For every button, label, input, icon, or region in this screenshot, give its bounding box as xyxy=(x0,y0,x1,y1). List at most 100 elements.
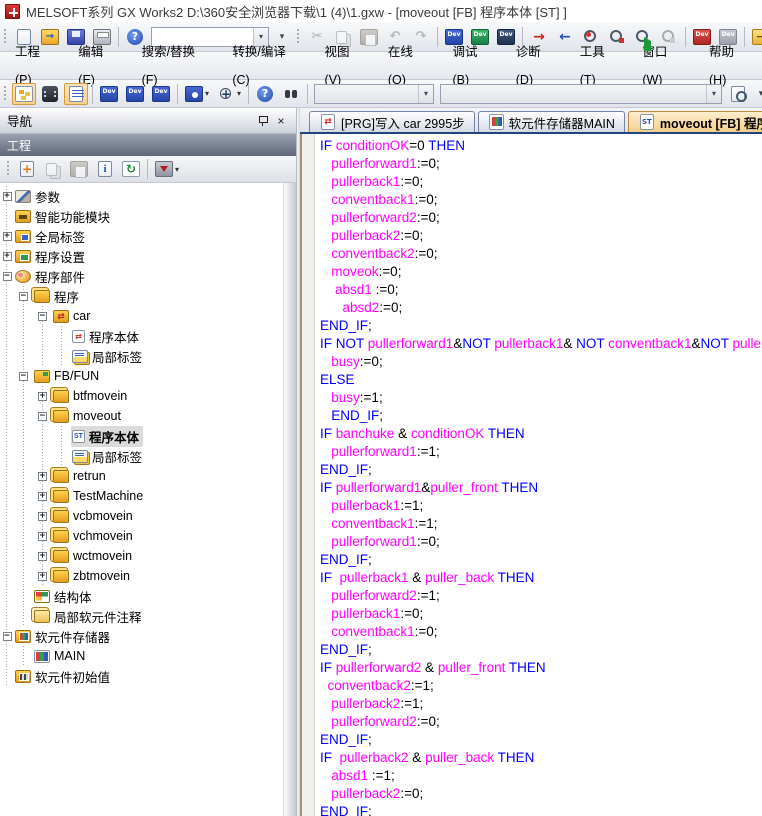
toolbar-grip[interactable] xyxy=(3,85,8,103)
tree-item-label: vchmovein xyxy=(73,529,133,543)
watch-combo-1[interactable]: ▾ xyxy=(314,84,434,104)
tree-item-device-memory[interactable]: −软元件存储器 xyxy=(0,626,283,646)
new-item-button[interactable] xyxy=(15,158,39,180)
pin-button[interactable] xyxy=(254,113,270,128)
project-tree[interactable]: +参数智能功能模块+全局标签+程序设置−程序部件−程序−car程序本体局部标签−… xyxy=(0,183,283,816)
module-configuration-button[interactable] xyxy=(38,83,62,105)
device-display-mode-dropdown-arrow-icon[interactable]: ▾ xyxy=(205,89,209,98)
expand-toggle[interactable]: − xyxy=(19,292,28,301)
undo-button[interactable] xyxy=(383,26,407,48)
monitor-stop-button[interactable] xyxy=(657,26,681,48)
save-button[interactable] xyxy=(64,26,88,48)
write-to-plc-button[interactable] xyxy=(527,26,551,48)
tab-prg-write-car[interactable]: [PRG]写入 car 2995步 xyxy=(309,111,475,132)
tree-item-testmachine[interactable]: +TestMachine xyxy=(0,486,283,506)
device-display-off-button[interactable] xyxy=(716,26,740,48)
expand-toggle[interactable]: − xyxy=(38,312,47,321)
paste-button[interactable] xyxy=(357,26,381,48)
tree-item-program-settings[interactable]: +程序设置 xyxy=(0,246,283,266)
redo-button[interactable] xyxy=(409,26,433,48)
expand-toggle[interactable]: + xyxy=(38,532,47,541)
tree-item-moveout-local-label[interactable]: 局部标签 xyxy=(0,446,283,466)
toolbar-separator xyxy=(147,159,148,179)
tree-item-car[interactable]: −car xyxy=(0,306,283,326)
expand-toggle[interactable]: + xyxy=(38,392,47,401)
navigation-toggle-button[interactable] xyxy=(12,83,36,105)
read-from-plc-button[interactable] xyxy=(553,26,577,48)
toolbar-grip[interactable] xyxy=(6,160,11,178)
watch-combo-2-dropdown-arrow-icon[interactable]: ▾ xyxy=(706,85,721,103)
expand-toggle[interactable]: + xyxy=(38,512,47,521)
expand-toggle[interactable]: + xyxy=(38,572,47,581)
close-panel-button[interactable]: × xyxy=(273,113,289,128)
toolbar-options-3-button[interactable] xyxy=(752,83,762,105)
expand-toggle[interactable]: − xyxy=(3,632,12,641)
tree-item-zbtmovein[interactable]: +zbtmovein xyxy=(0,566,283,586)
cut-button[interactable] xyxy=(305,26,329,48)
monitor-watch-button[interactable] xyxy=(605,26,629,48)
device-display-button[interactable] xyxy=(690,26,714,48)
copy-button[interactable] xyxy=(331,27,355,47)
expand-toggle[interactable]: + xyxy=(38,492,47,501)
refresh-view-button[interactable] xyxy=(119,158,143,180)
device-test-button[interactable] xyxy=(442,26,466,48)
tree-item-vchmovein[interactable]: + vchmovein xyxy=(0,526,283,546)
print-button[interactable] xyxy=(90,26,114,48)
tree-item-fb-fun[interactable]: −FB/FUN xyxy=(0,366,283,386)
watch-combo-2[interactable]: ▾ xyxy=(440,84,722,104)
tree-item-device-initial-value[interactable]: 软元件初始值 xyxy=(0,666,283,686)
device-batch-monitor-button[interactable] xyxy=(494,26,518,48)
watch-combo-1-dropdown-arrow-icon[interactable]: ▾ xyxy=(418,85,433,103)
tree-item-program[interactable]: −程序 xyxy=(0,286,283,306)
sort-filter-button[interactable]: ▾ xyxy=(152,158,182,180)
tree-item-car-program-body[interactable]: 程序本体 xyxy=(0,326,283,346)
expand-toggle[interactable]: − xyxy=(19,372,28,381)
tree-item-retrun[interactable]: +retrun xyxy=(0,466,283,486)
tree-item-car-local-label[interactable]: 局部标签 xyxy=(0,346,283,366)
zoom-mode-dropdown-arrow-icon[interactable]: ▾ xyxy=(237,89,241,98)
device-memory-display-button[interactable] xyxy=(123,83,147,105)
tree-item-moveout-program-body[interactable]: 程序本体 xyxy=(0,426,283,446)
tree-item-vcbmovein[interactable]: +vcbmovein xyxy=(0,506,283,526)
device-monitor-button[interactable] xyxy=(468,26,492,48)
open-file-button[interactable] xyxy=(38,26,62,48)
help-2-button[interactable] xyxy=(253,83,277,105)
tab-device-memory-main[interactable]: 软元件存储器MAIN xyxy=(478,111,625,132)
tree-item-global-label[interactable]: +全局标签 xyxy=(0,226,283,246)
tree-scrollbar[interactable] xyxy=(283,183,296,816)
device-display-mode-button[interactable]: ▾ xyxy=(182,83,212,105)
expand-toggle[interactable]: − xyxy=(38,412,47,421)
tree-guide xyxy=(33,326,52,346)
verify-with-plc-button[interactable] xyxy=(579,26,603,48)
find-button[interactable] xyxy=(279,83,303,105)
page-preview-button[interactable] xyxy=(726,83,750,105)
expand-toggle[interactable]: + xyxy=(3,232,12,241)
device-comment-display-button[interactable] xyxy=(97,83,121,105)
paste-item-button[interactable] xyxy=(67,158,91,180)
code-token: pullerforward2 xyxy=(331,588,417,603)
tree-item-wctmovein[interactable]: +wctmovein xyxy=(0,546,283,566)
expand-toggle[interactable]: − xyxy=(3,272,12,281)
expand-toggle[interactable]: + xyxy=(38,472,47,481)
sort-filter-dropdown-arrow-icon[interactable]: ▾ xyxy=(175,165,179,174)
expand-toggle[interactable]: + xyxy=(3,192,12,201)
tree-item-intelligent-module[interactable]: 智能功能模块 xyxy=(0,206,283,226)
code-editor[interactable]: IF conditionOK=0 THEN pullerforward1:=0;… xyxy=(315,134,762,816)
tree-item-local-device-comment[interactable]: 局部软元件注释 xyxy=(0,606,283,626)
tree-item-btfmovein[interactable]: +btfmovein xyxy=(0,386,283,406)
zoom-mode-button[interactable]: ▾ xyxy=(214,83,244,105)
item-properties-button[interactable] xyxy=(93,158,117,180)
tree-item-structures[interactable]: 结构体 xyxy=(0,586,283,606)
tree-item-moveout[interactable]: −moveout xyxy=(0,406,283,426)
copy-item-button[interactable] xyxy=(41,159,65,179)
work-window-list-button[interactable] xyxy=(64,83,88,105)
expand-toggle[interactable]: + xyxy=(3,252,12,261)
tree-item-device-memory-main[interactable]: MAIN xyxy=(0,646,283,666)
expand-toggle[interactable]: + xyxy=(38,552,47,561)
monitor-start-button[interactable] xyxy=(631,26,655,48)
code-token xyxy=(320,714,331,729)
device-reference-button[interactable] xyxy=(149,83,173,105)
tab-moveout-fb-body[interactable]: moveout [FB] 程序本体 xyxy=(628,111,762,132)
tree-item-program-parts[interactable]: −程序部件 xyxy=(0,266,283,286)
tree-item-parameters[interactable]: +参数 xyxy=(0,186,283,206)
